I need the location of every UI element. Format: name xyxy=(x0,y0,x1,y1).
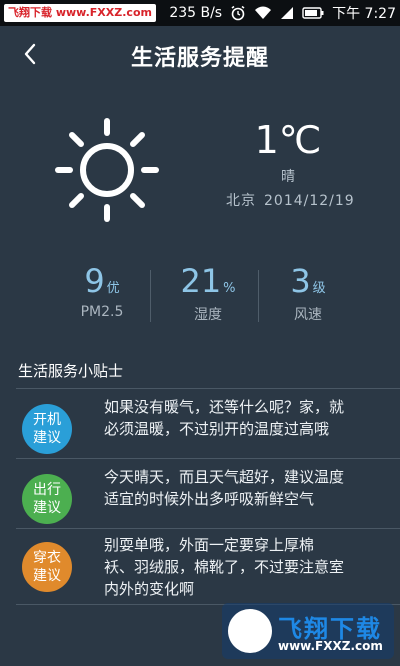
badge-line: 出行 xyxy=(33,482,61,498)
badge-line: 开机 xyxy=(33,412,61,428)
tip-line: 必须温暖，不过别开的温度过高哦 xyxy=(104,420,330,438)
tip-badge: 出行 建议 xyxy=(22,474,72,524)
stat-unit: 优 xyxy=(106,281,120,296)
watermark-badge: 飞翔下载 www.FXXZ.com xyxy=(4,4,156,22)
city: 北京 xyxy=(226,193,256,209)
badge-line: 建议 xyxy=(33,568,61,584)
date: 2014/12/19 xyxy=(264,193,355,209)
status-bar: 飞翔下载 www.FXXZ.com 235 B/s 下午 7:27 xyxy=(0,0,400,26)
clock-time: 下午 7:27 xyxy=(332,6,396,22)
tip-badge: 穿衣 建议 xyxy=(22,542,72,592)
tip-item[interactable]: 出行建议 今天晴天，而且天气超好，建议温度 适宜的时候外出多呼吸新鲜空气 xyxy=(0,466,400,536)
badge-line: 穿衣 xyxy=(33,550,61,566)
status-icons: 235 B/s 下午 7:27 xyxy=(169,0,396,26)
stat-divider xyxy=(150,270,151,322)
tip-line: 今天晴天，而且天气超好，建议温度 xyxy=(104,468,345,486)
battery-icon xyxy=(302,7,324,19)
tip-line: 如果没有暖气，还等什么呢？家，就 xyxy=(104,398,345,416)
tip-line: 袄、羽绒服，棉靴了，不过要注意室 xyxy=(104,558,345,576)
stat-unit: 级 xyxy=(312,281,326,296)
divider xyxy=(16,528,400,529)
network-speed: 235 B/s xyxy=(169,5,223,21)
tip-badge: 开机 建议 xyxy=(22,404,72,454)
tip-line: 适宜的时候外出多呼吸新鲜空气 xyxy=(104,490,315,508)
stat-wind: 3级 风速 xyxy=(248,262,368,324)
temperature: 1℃ xyxy=(254,118,322,162)
stat-pm25: 9优 PM2.5 xyxy=(42,262,162,320)
tip-item[interactable]: 开机建议 如果没有暖气，还等什么呢？家，就 必须温暖，不过别开的温度过高哦 xyxy=(0,396,400,466)
stat-divider xyxy=(258,270,259,322)
signal-icon xyxy=(280,6,294,20)
tip-item[interactable]: 穿衣建议 别耍单哦，外面一定要穿上厚棉 袄、羽绒服，棉靴了，不过要注意室 内外的… xyxy=(0,536,400,608)
stat-value: 21 xyxy=(180,262,222,300)
app-header: 生活服务提醒 xyxy=(0,26,400,82)
watermark-logo: 飞翔下载 www.FXXZ.com xyxy=(222,603,394,659)
sun-icon xyxy=(52,115,162,229)
tip-line: 别耍单哦，外面一定要穿上厚棉 xyxy=(104,536,315,554)
tips-title: 生活服务小贴士 xyxy=(18,362,124,380)
tip-text: 今天晴天，而且天气超好，建议温度 适宜的时候外出多呼吸新鲜空气 xyxy=(104,466,374,510)
logo-icon xyxy=(228,609,272,653)
tip-line: 内外的变化啊 xyxy=(104,580,195,598)
stat-value: 3 xyxy=(290,262,311,300)
weather-condition: 晴 xyxy=(281,169,295,185)
stat-unit: % xyxy=(223,281,236,296)
page-title: 生活服务提醒 xyxy=(130,46,269,71)
wifi-icon xyxy=(254,6,272,20)
stat-value: 9 xyxy=(84,262,105,300)
stat-label: 风速 xyxy=(294,307,322,323)
tip-text: 如果没有暖气，还等什么呢？家，就 必须温暖，不过别开的温度过高哦 xyxy=(104,396,374,440)
tip-text: 别耍单哦，外面一定要穿上厚棉 袄、羽绒服，棉靴了，不过要注意室 内外的变化啊 xyxy=(104,534,374,600)
stat-label: PM2.5 xyxy=(80,304,124,320)
divider xyxy=(16,388,400,389)
badge-line: 建议 xyxy=(33,500,61,516)
weather-stats: 9优 PM2.5 21% 湿度 3级 风速 xyxy=(0,262,400,324)
logo-url: www.FXXZ.com xyxy=(278,639,383,653)
city-date: 北京 2014/12/19 xyxy=(226,190,355,210)
alarm-icon xyxy=(230,5,246,21)
badge-line: 建议 xyxy=(33,430,61,446)
divider xyxy=(16,458,400,459)
